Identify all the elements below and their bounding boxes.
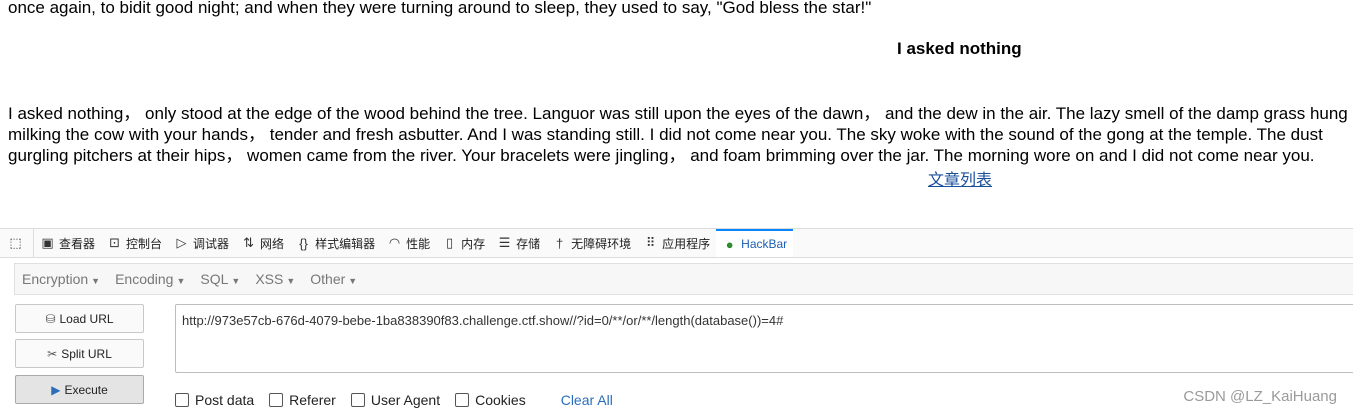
caret-down-icon: ▼: [231, 276, 241, 286]
menu-xss[interactable]: XSS ▼: [248, 271, 303, 287]
caret-down-icon: ▼: [176, 276, 186, 286]
button-label: Load URL: [59, 311, 114, 326]
tab-accessibility[interactable]: † 无障碍环境: [546, 229, 637, 257]
tab-label: 调试器: [193, 236, 230, 251]
hackbar-icon: ●: [725, 236, 734, 252]
tab-label: 应用程序: [662, 236, 711, 251]
watermark: CSDN @LZ_KaiHuang: [1183, 388, 1337, 405]
caret-down-icon: ▼: [91, 276, 101, 286]
element-picker-button[interactable]: ⬚: [0, 229, 34, 257]
execute-button[interactable]: ▶ Execute: [15, 375, 144, 404]
checkbox-label: Referer: [289, 392, 336, 408]
element-picker-icon: ⬚: [9, 235, 22, 250]
post-data-checkbox[interactable]: Post data: [175, 392, 254, 408]
menu-label: XSS: [255, 271, 284, 287]
devtools-tab-bar: ⬚ ▣ 查看器 ⊡ 控制台 ▷ 调试器 ⇅ 网络 {} 样式编辑器 ◠ 性能 ▯ 内存 ☰ 存储…: [0, 228, 1353, 258]
tab-label: 存储: [516, 236, 541, 251]
text-line-top: once again, to bidit good night; and whe…: [8, 0, 872, 17]
menu-label: Other: [310, 271, 346, 287]
button-label: Execute: [64, 382, 108, 397]
clear-all-link[interactable]: Clear All: [561, 392, 613, 408]
checkbox-label: User Agent: [370, 392, 441, 408]
storage-icon: ☰: [498, 235, 511, 250]
tab-style-editor[interactable]: {} 样式编辑器: [290, 229, 381, 257]
network-icon: ⇅: [243, 235, 254, 250]
split-url-button[interactable]: ✂ Split URL: [15, 339, 144, 368]
scissors-icon: ✂: [47, 346, 58, 361]
hackbar-menu-bar: Encryption ▼ Encoding ▼ SQL ▼ XSS ▼ Other ▼: [14, 263, 1353, 295]
tab-label: HackBar: [741, 237, 788, 251]
tab-storage[interactable]: ☰ 存储: [491, 229, 546, 257]
caret-down-icon: ▼: [348, 276, 358, 286]
tab-label: 网络: [260, 236, 285, 251]
tab-network[interactable]: ⇅ 网络: [235, 229, 290, 257]
section-heading: I asked nothing: [897, 39, 1022, 58]
checkbox-label: Cookies: [475, 392, 526, 408]
menu-label: Encryption: [22, 271, 89, 287]
page-content: once again, to bidit good night; and whe…: [0, 0, 1353, 228]
paragraph-line-3: gurgling pitchers at their hips， women c…: [8, 146, 1315, 165]
accessibility-icon: †: [556, 235, 564, 251]
tab-hackbar[interactable]: ● HackBar: [716, 229, 794, 257]
user-agent-checkbox[interactable]: User Agent: [350, 392, 441, 408]
menu-sql[interactable]: SQL ▼: [193, 271, 248, 287]
paragraph-line-2: milking the cow with your hands， tender …: [8, 125, 1323, 144]
cookies-checkbox[interactable]: Cookies: [455, 392, 526, 408]
memory-icon: ▯: [446, 235, 454, 250]
tab-label: 性能: [406, 236, 431, 251]
tab-label: 控制台: [126, 236, 163, 251]
style-editor-icon: {}: [299, 235, 308, 251]
checkbox-label: Post data: [195, 392, 255, 408]
tab-console[interactable]: ⊡ 控制台: [101, 229, 168, 257]
application-icon: ⠿: [645, 235, 656, 250]
tab-label: 样式编辑器: [315, 236, 376, 251]
article-list-link[interactable]: 文章列表: [928, 166, 992, 190]
menu-label: Encoding: [115, 271, 174, 287]
tab-label: 查看器: [59, 236, 96, 251]
checkbox-box: [269, 393, 284, 407]
inspector-icon: ▣: [41, 235, 54, 250]
tab-label: 内存: [461, 236, 486, 251]
tab-application[interactable]: ⠿ 应用程序: [637, 229, 716, 257]
paragraph-line-1: I asked nothing， only stood at the edge …: [8, 104, 1348, 123]
console-icon: ⊡: [109, 235, 120, 250]
load-url-icon: ⛁: [45, 311, 56, 326]
menu-encoding[interactable]: Encoding ▼: [108, 271, 193, 287]
tab-debugger[interactable]: ▷ 调试器: [168, 229, 235, 257]
checkbox-box: [455, 393, 470, 407]
button-label: Split URL: [61, 346, 112, 361]
menu-label: SQL: [200, 271, 229, 287]
load-url-button[interactable]: ⛁ Load URL: [15, 304, 144, 333]
menu-other[interactable]: Other ▼: [303, 271, 365, 287]
tab-performance[interactable]: ◠ 性能: [381, 229, 436, 257]
menu-encryption[interactable]: Encryption ▼: [15, 271, 108, 287]
tab-inspector[interactable]: ▣ 查看器: [34, 229, 101, 257]
checkbox-box: [350, 393, 365, 407]
debugger-icon: ▷: [176, 235, 187, 250]
tab-label: 无障碍环境: [571, 236, 632, 251]
caret-down-icon: ▼: [286, 276, 296, 286]
performance-icon: ◠: [388, 235, 401, 250]
referer-checkbox[interactable]: Referer: [269, 392, 336, 408]
checkbox-box: [175, 393, 189, 407]
request-options: Post data Referer User Agent Cookies Cle…: [175, 389, 613, 411]
url-input[interactable]: http://973e57cb-676d-4079-bebe-1ba838390…: [175, 304, 1353, 373]
play-icon: ▶: [51, 382, 61, 397]
tab-memory[interactable]: ▯ 内存: [436, 229, 491, 257]
